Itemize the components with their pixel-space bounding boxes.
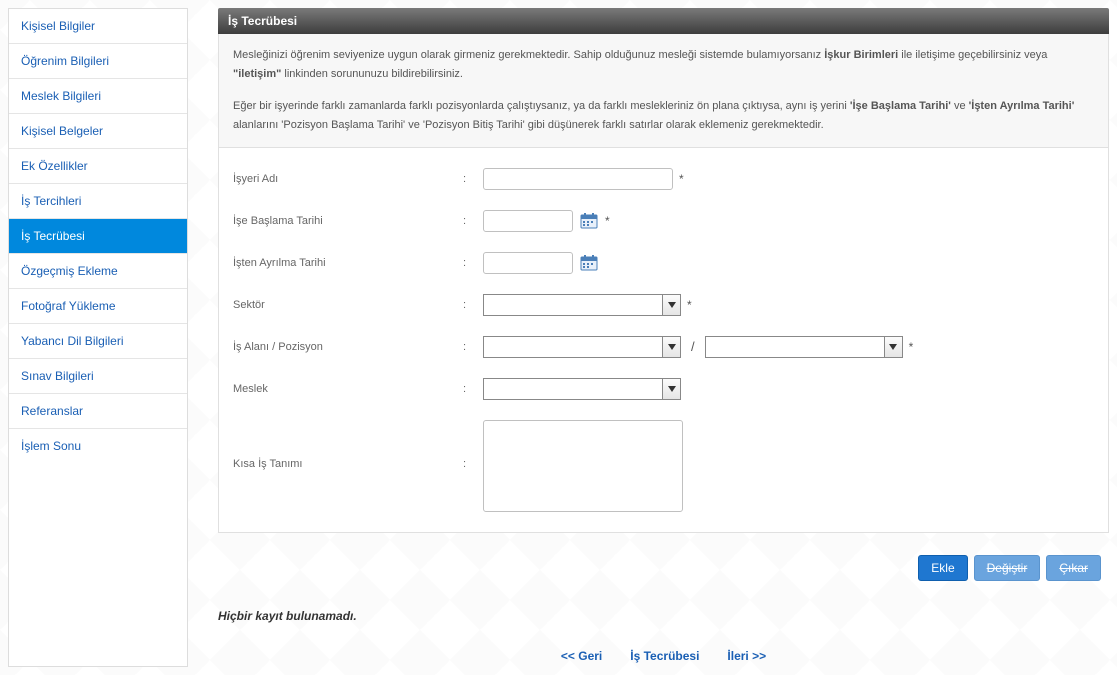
nav-prev-link[interactable]: << Geri [561,649,602,663]
chevron-down-icon[interactable] [884,337,902,357]
button-row: Ekle Değiştir Çıkar [218,533,1109,591]
sidebar-item-cv-add[interactable]: Özgeçmiş Ekleme [9,254,187,289]
panel-info: Mesleğinizi öğrenim seviyenize uygun ola… [218,34,1109,148]
sidebar: Kişisel Bilgiler Öğrenim Bilgileri Mesle… [8,8,188,667]
sidebar-item-process-end[interactable]: İşlem Sonu [9,429,187,463]
sidebar-item-profession-info[interactable]: Meslek Bilgileri [9,79,187,114]
required-mark: * [687,298,692,312]
info-text: ve [951,100,969,112]
colon: : [463,383,483,395]
info-text: linkinden sorununuzu bildirebilirsiniz. [281,68,463,80]
jobdesc-textarea[interactable] [483,420,683,512]
profession-value [484,379,662,399]
end-date-input[interactable] [483,252,573,274]
chevron-down-icon[interactable] [662,295,680,315]
nav-next-link[interactable]: İleri >> [727,649,766,663]
colon: : [463,257,483,269]
colon: : [463,420,483,470]
info-bold: İşkur Birimleri [824,49,898,61]
colon: : [463,299,483,311]
info-bold: 'İşten Ayrılma Tarihi' [969,100,1075,112]
required-mark: * [605,214,610,228]
position-select[interactable] [705,336,903,358]
info-text: alanlarını 'Pozisyon Başlama Tarihi' ve … [233,119,824,131]
chevron-down-icon[interactable] [662,337,680,357]
workplace-input[interactable] [483,168,673,190]
field-position-label: İş Alanı / Pozisyon [233,341,463,353]
nav-current-link[interactable]: İş Tecrübesi [630,649,699,663]
info-bold: "iletişim" [233,68,281,80]
no-record-message: Hiçbir kayıt bulunamadı. [218,591,1109,635]
sidebar-item-job-prefs[interactable]: İş Tercihleri [9,184,187,219]
colon: : [463,341,483,353]
info-text: Eğer bir işyerinde farklı zamanlarda far… [233,100,850,112]
panel-title: İş Tecrübesi [218,8,1109,34]
profession-label: Meslek [233,383,463,395]
remove-button[interactable]: Çıkar [1046,555,1101,581]
end-date-label: İşten Ayrılma Tarihi [233,257,463,269]
sidebar-item-personal-docs[interactable]: Kişisel Belgeler [9,114,187,149]
work-experience-form: İşyeri Adı : * İşe Başlama Tarihi : * [218,148,1109,533]
slash-separator: / [687,339,699,354]
sidebar-item-education-info[interactable]: Öğrenim Bilgileri [9,44,187,79]
sidebar-item-work-experience[interactable]: İş Tecrübesi [9,219,187,254]
calendar-icon[interactable] [579,253,599,273]
colon: : [463,215,483,227]
sidebar-item-foreign-lang[interactable]: Yabancı Dil Bilgileri [9,324,187,359]
info-bold: 'İşe Başlama Tarihi' [850,100,951,112]
sidebar-item-photo-upload[interactable]: Fotoğraf Yükleme [9,289,187,324]
required-mark: * [679,172,684,186]
position-value [706,337,884,357]
profession-select[interactable] [483,378,681,400]
jobdesc-label: Kısa İş Tanımı [233,420,463,470]
sector-label: Sektör [233,299,463,311]
colon: : [463,173,483,185]
sidebar-item-personal-info[interactable]: Kişisel Bilgiler [9,9,187,44]
field-select[interactable] [483,336,681,358]
info-text: Mesleğinizi öğrenim seviyenize uygun ola… [233,49,824,61]
chevron-down-icon[interactable] [662,379,680,399]
required-mark: * [909,340,914,354]
sidebar-item-references[interactable]: Referanslar [9,394,187,429]
field-value [484,337,662,357]
calendar-icon[interactable] [579,211,599,231]
change-button[interactable]: Değiştir [974,555,1041,581]
main-content: İş Tecrübesi Mesleğinizi öğrenim seviyen… [218,8,1109,667]
sidebar-item-exam-info[interactable]: Sınav Bilgileri [9,359,187,394]
start-date-label: İşe Başlama Tarihi [233,215,463,227]
bottom-nav: << Geri İş Tecrübesi İleri >> [218,635,1109,667]
start-date-input[interactable] [483,210,573,232]
info-text: ile iletişime geçebilirsiniz veya [898,49,1047,61]
sector-value [484,295,662,315]
sidebar-item-extra-features[interactable]: Ek Özellikler [9,149,187,184]
add-button[interactable]: Ekle [918,555,967,581]
sector-select[interactable] [483,294,681,316]
workplace-label: İşyeri Adı [233,173,463,185]
